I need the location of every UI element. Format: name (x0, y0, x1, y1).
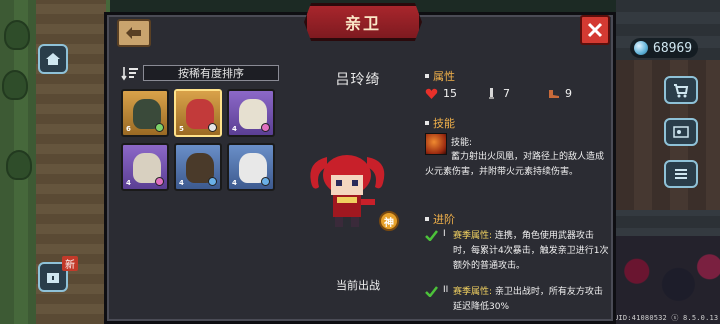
guard-panel: 亲卫 按稀有度排序 6 5 4 4 4 4 吕玲绮 神 当前出战 属性 15 7… (104, 3, 616, 324)
skill-description: 蓄力射出火凤凰，对路径上的敌人造成火元素伤害，并附带火元素持续伤害。 (425, 152, 605, 177)
element-icon (208, 123, 217, 132)
check-icon (425, 230, 438, 241)
hero-name: 吕玲绮 (335, 72, 381, 88)
tree-decoration (4, 20, 30, 50)
uid-label: UID:41080532 ⓢ 8.5.0.13 (614, 314, 719, 322)
armor-icon (489, 88, 494, 99)
card-level: 4 (179, 179, 184, 187)
profile-button[interactable] (664, 118, 698, 146)
element-icon (155, 123, 164, 132)
advance-title: 进阶 (433, 213, 455, 226)
sort-icon[interactable] (121, 65, 139, 81)
back-arrow-icon (126, 27, 141, 39)
roster-grid: 6 5 4 4 4 4 (121, 89, 281, 191)
divine-tag: 神 (379, 211, 399, 231)
card-level: 6 (126, 125, 131, 133)
card-level: 5 (179, 125, 184, 133)
roster-card[interactable]: 6 (121, 89, 169, 137)
card-level: 4 (232, 125, 237, 133)
advance-key: 赛季属性: (453, 231, 493, 241)
element-icon (261, 177, 270, 186)
speed-stat: 9 (547, 87, 572, 100)
roster-card[interactable]: 4 (174, 143, 222, 191)
title-plate: 亲卫 (304, 3, 422, 41)
element-icon (155, 177, 164, 186)
profile-icon (673, 126, 689, 138)
skill-title: 技能 (433, 117, 455, 130)
advance-key: 赛季属性: (453, 287, 493, 297)
health-value: 15 (443, 87, 457, 100)
armor-value: 7 (503, 87, 510, 100)
deploy-status[interactable]: 当前出战 (313, 277, 403, 293)
roster-card[interactable]: 4 (227, 89, 275, 137)
section-bullet (425, 217, 429, 221)
speed-value: 9 (565, 87, 572, 100)
back-button[interactable] (117, 19, 151, 47)
close-button[interactable] (580, 15, 610, 45)
home-button[interactable] (38, 44, 68, 74)
tree-decoration (2, 70, 28, 100)
element-icon (208, 177, 217, 186)
new-badge: 新 (62, 256, 78, 271)
card-level: 4 (232, 179, 237, 187)
gem-counter: 68969 (630, 38, 699, 58)
advance-text: 赛季属性: 连携，角色使用武器攻击时，每累计4次暴击，触发亲卫进行1次额外的普通… (453, 229, 611, 274)
armor-stat: 7 (485, 87, 510, 100)
gem-icon (634, 41, 648, 55)
card-level: 4 (126, 179, 131, 187)
advance-text: 赛季属性: 亲卫出战时，所有友方攻击延迟降低30% (453, 285, 611, 315)
roster-card[interactable]: 4 (121, 143, 169, 191)
tree-decoration (6, 150, 32, 180)
heart-icon (425, 88, 438, 99)
roster-card[interactable]: 4 (227, 143, 275, 191)
cart-icon (674, 84, 689, 98)
shop-button[interactable] (664, 76, 698, 104)
list-button[interactable] (664, 160, 698, 188)
panel-title: 亲卫 (344, 14, 381, 33)
health-stat: 15 (425, 87, 457, 100)
attributes-title: 属性 (433, 70, 455, 83)
home-icon (46, 53, 60, 65)
close-icon (587, 22, 603, 38)
advance-rank: II (443, 285, 449, 295)
advance-rank: I (443, 229, 446, 239)
list-icon (675, 169, 687, 179)
background-crowd (616, 236, 720, 324)
element-icon (261, 123, 270, 132)
chest-icon (47, 273, 59, 283)
boot-icon (549, 90, 559, 98)
skill-label: 技能: (451, 138, 473, 148)
roster-card-selected[interactable]: 5 (174, 89, 222, 137)
gem-count: 68969 (653, 40, 693, 56)
section-bullet (425, 74, 429, 78)
advance-item: II 赛季属性: 亲卫出战时，所有友方攻击延迟降低30% (425, 285, 611, 315)
sort-dropdown[interactable]: 按稀有度排序 (143, 65, 279, 81)
check-icon (425, 286, 438, 297)
section-bullet (425, 121, 429, 125)
